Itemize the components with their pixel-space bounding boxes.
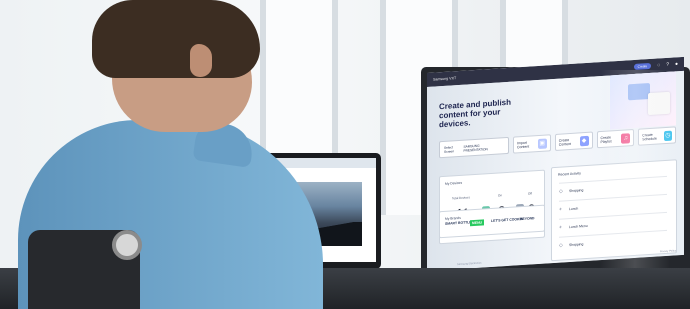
activity-label: Shopping [569,187,584,193]
app-content: Create and publish content for your devi… [427,70,684,271]
recent-activity-title: Recent Activity [558,171,581,177]
action-label: Create Playlist [600,134,612,144]
action-label: Create Content [558,137,572,147]
illustration-device [648,91,670,116]
devices-title: My Devices [445,180,463,186]
footer-left: Samsung Electronics [457,261,482,267]
brand-tag[interactable]: LET'S GET COOKIN [491,217,523,223]
screen-select[interactable]: Select Screen SAMSUNG PRESENTATION [439,136,509,159]
illustration-panel [628,82,650,101]
tag-icon: ◇ [559,187,563,195]
create-button[interactable]: Create [633,62,652,71]
metric-label: Total Devices [452,195,470,201]
chair-adjuster [112,230,142,260]
select-label: Select Screen [444,144,455,154]
metric-label: On [498,193,503,198]
hero-title: Create and publish content for your devi… [439,97,521,130]
hero-line: content for your devices. [439,107,501,130]
select-value: SAMSUNG PRESENTATION [463,143,488,153]
create-playlist-button[interactable]: Create Playlist ♫ [596,128,635,149]
person-ear [190,44,212,77]
brand-tag[interactable]: BEYOND [520,216,535,221]
office-scene: Samsung VXT Create ◌ ? ● Create and publ… [0,0,690,309]
activity-label: Lunch Menu [569,223,588,229]
plus-icon: + [559,206,562,213]
activity-label: Lunch [569,205,579,211]
import-content-button[interactable]: Import Content ▣ [513,134,551,154]
app-brand: Samsung VXT [433,76,457,82]
content-icon: ◆ [579,135,589,146]
action-label: Create Schedule [642,132,657,141]
tag-icon: ◇ [559,241,563,249]
create-schedule-button[interactable]: Create Schedule ◷ [638,126,676,146]
brand-tag[interactable]: MENU [470,219,484,227]
help-icon[interactable]: ? [666,61,669,67]
playlist-icon: ♫ [621,132,631,144]
brand-tag[interactable]: SMART BOTTLE [445,220,472,226]
create-content-button[interactable]: Create Content ◆ [554,131,593,151]
quick-actions: Select Screen SAMSUNG PRESENTATION Impor… [439,126,676,165]
recent-activity-card: Recent Activity ◇ Shopping + Lunch + Lun… [551,159,677,262]
person-hair [92,0,260,78]
bell-icon[interactable]: ◌ [657,62,660,68]
metric-label: Off [528,191,532,196]
activity-label: Shopping [569,241,584,247]
import-icon: ▣ [537,137,547,149]
schedule-icon: ◷ [663,130,672,141]
hero-illustration [610,71,676,130]
user-icon[interactable]: ● [675,61,678,67]
plus-icon: + [559,224,562,231]
monitor-screen: Samsung VXT Create ◌ ? ● Create and publ… [427,56,684,271]
action-label: Import Content [517,140,530,149]
